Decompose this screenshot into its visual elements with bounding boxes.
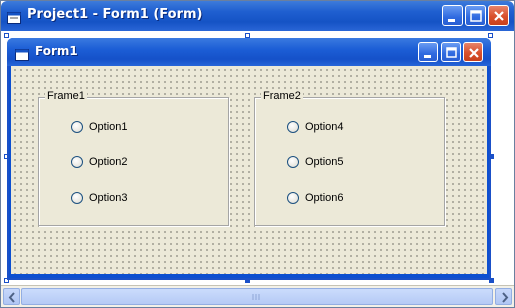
grip-icon [252, 294, 260, 300]
designer-window: Project1 - Form1 (Form) Form1 Frame1 Opt… [0, 0, 515, 308]
resize-handle-top-right [488, 33, 493, 38]
form-designer-icon [7, 9, 21, 24]
form1-client-area[interactable]: Frame1 Option1 Option2 Option3 Frame2 Op… [11, 66, 487, 274]
option3[interactable]: Option3 [71, 191, 128, 205]
chevron-left-icon [8, 292, 15, 303]
option2-label: Option2 [89, 156, 128, 168]
option1-label: Option1 [89, 121, 128, 133]
maximize-button[interactable] [465, 5, 486, 26]
option3-label: Option3 [89, 192, 128, 204]
option1[interactable]: Option1 [71, 120, 128, 134]
close-button[interactable] [488, 5, 509, 26]
designer-titlebar[interactable]: Project1 - Form1 (Form) [1, 1, 514, 31]
radio-button-icon[interactable] [71, 156, 83, 168]
maximize-icon [470, 10, 482, 22]
radio-button-icon[interactable] [287, 192, 299, 204]
close-icon [469, 48, 479, 58]
radio-button-icon[interactable] [287, 121, 299, 133]
option6-label: Option6 [305, 192, 344, 204]
form-maximize-button[interactable] [441, 42, 461, 62]
frame1[interactable]: Frame1 Option1 Option2 Option3 [38, 90, 229, 226]
minimize-icon [448, 19, 455, 22]
option4-label: Option4 [305, 121, 344, 133]
form1-title: Form1 [35, 44, 78, 58]
form-icon [15, 46, 29, 61]
scrollbar-thumb[interactable] [21, 288, 493, 305]
frame2-caption: Frame2 [261, 90, 303, 102]
scroll-right-button[interactable] [495, 288, 512, 305]
frame1-caption: Frame1 [45, 90, 87, 102]
resize-handle-top-left [4, 33, 9, 38]
chevron-right-icon [502, 292, 509, 303]
option5-label: Option5 [305, 156, 344, 168]
scroll-left-button[interactable] [3, 288, 20, 305]
form-close-button[interactable] [463, 42, 483, 62]
option6[interactable]: Option6 [287, 191, 344, 205]
radio-button-icon[interactable] [287, 156, 299, 168]
option5[interactable]: Option5 [287, 155, 344, 169]
maximize-icon [446, 47, 457, 58]
option2[interactable]: Option2 [71, 155, 128, 169]
close-icon [494, 11, 504, 21]
form1-window[interactable]: Form1 Frame1 Option1 Option2 Option3 Fra… [7, 38, 491, 280]
form-minimize-button[interactable] [418, 42, 438, 62]
minimize-button[interactable] [442, 5, 463, 26]
designer-title: Project1 - Form1 (Form) [27, 7, 203, 22]
option4[interactable]: Option4 [287, 120, 344, 134]
radio-button-icon[interactable] [71, 192, 83, 204]
radio-button-icon[interactable] [71, 121, 83, 133]
horizontal-scrollbar[interactable] [1, 285, 514, 307]
minimize-icon [424, 55, 431, 58]
form1-titlebar[interactable]: Form1 [7, 38, 491, 66]
frame2[interactable]: Frame2 Option4 Option5 Option6 [254, 90, 445, 226]
